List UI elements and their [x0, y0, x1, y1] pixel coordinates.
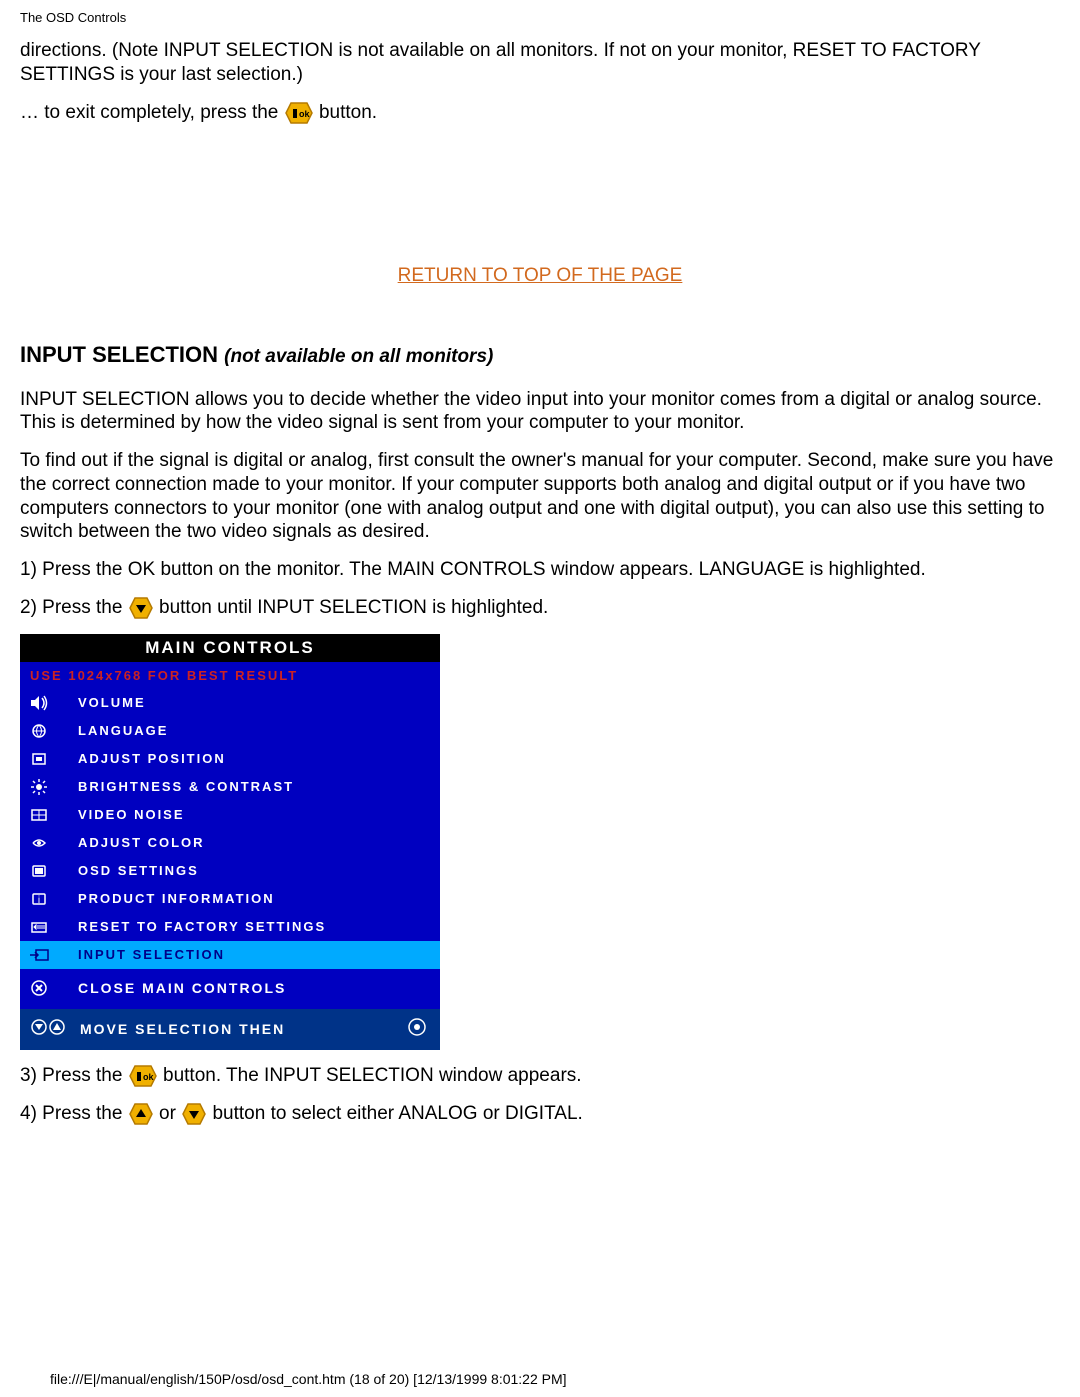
step2-prefix: 2) Press the	[20, 597, 128, 618]
osd-item-label: PRODUCT INFORMATION	[78, 891, 275, 906]
desc2: To find out if the signal is digital or …	[20, 449, 1060, 544]
osd-item-label: LANGUAGE	[78, 723, 168, 738]
step4: 4) Press the or button to select either …	[20, 1102, 1060, 1126]
osd-item-label: VOLUME	[78, 695, 146, 710]
osd-close-label: CLOSE MAIN CONTROLS	[78, 980, 286, 996]
osd-item-label: OSD SETTINGS	[78, 863, 199, 878]
language-icon	[30, 723, 58, 739]
section-heading: INPUT SELECTION (not available on all mo…	[20, 342, 1060, 368]
osd-item-adjust-position: ADJUST POSITION	[20, 745, 440, 773]
noise-icon	[30, 807, 58, 823]
step3: 3) Press the ok button. The INPUT SELECT…	[20, 1064, 1060, 1088]
step1: 1) Press the OK button on the monitor. T…	[20, 558, 1060, 582]
down-button-icon	[128, 596, 154, 620]
ok-button-icon: ok	[128, 1064, 158, 1088]
osd-main-controls: MAIN CONTROLS USE 1024x768 FOR BEST RESU…	[20, 634, 440, 1050]
color-icon	[30, 835, 58, 851]
osd-item-label: BRIGHTNESS & CONTRAST	[78, 779, 294, 794]
volume-icon	[30, 695, 58, 711]
osd-item-volume: VOLUME	[20, 689, 440, 717]
osd-item-video-noise: VIDEO NOISE	[20, 801, 440, 829]
step3-prefix: 3) Press the	[20, 1065, 128, 1086]
osd-settings-icon	[30, 863, 58, 879]
step4a: 4) Press the	[20, 1103, 128, 1124]
down-button-icon	[181, 1102, 207, 1126]
return-to-top-link[interactable]: RETURN TO TOP OF THE PAGE	[398, 265, 683, 286]
input-icon	[30, 947, 58, 963]
osd-item-input-selection: INPUT SELECTION	[20, 941, 440, 969]
osd-item-osd-settings: OSD SETTINGS	[20, 857, 440, 885]
up-button-icon	[128, 1102, 154, 1126]
footer-nav-icons	[30, 1017, 70, 1042]
reset-icon	[30, 919, 58, 935]
step4c: button to select either ANALOG or DIGITA…	[212, 1103, 582, 1124]
paragraph-directions: directions. (Note INPUT SELECTION is not…	[20, 39, 1060, 87]
exit-line: … to exit completely, press the ok butto…	[20, 101, 1060, 125]
osd-item-label: ADJUST POSITION	[78, 751, 226, 766]
osd-item-reset: RESET TO FACTORY SETTINGS	[20, 913, 440, 941]
step4b: or	[159, 1103, 181, 1124]
close-icon	[30, 979, 58, 997]
osd-item-brightness: BRIGHTNESS & CONTRAST	[20, 773, 440, 801]
osd-item-label: RESET TO FACTORY SETTINGS	[78, 919, 326, 934]
position-icon	[30, 751, 58, 767]
step2: 2) Press the button until INPUT SELECTIO…	[20, 596, 1060, 620]
osd-item-label: VIDEO NOISE	[78, 807, 185, 822]
osd-footer: MOVE SELECTION THEN	[20, 1009, 440, 1050]
exit-prefix: … to exit completely, press the	[20, 102, 284, 123]
osd-item-language: LANGUAGE	[20, 717, 440, 745]
footer-ok-icon	[406, 1017, 430, 1042]
osd-item-product-info: i PRODUCT INFORMATION	[20, 885, 440, 913]
osd-warning: USE 1024x768 FOR BEST RESULT	[20, 662, 440, 689]
step3-suffix: button. The INPUT SELECTION window appea…	[163, 1065, 582, 1086]
svg-text:ok: ok	[299, 109, 310, 119]
osd-close-row: CLOSE MAIN CONTROLS	[20, 969, 440, 1009]
osd-item-label: INPUT SELECTION	[78, 947, 225, 962]
exit-suffix: button.	[319, 102, 377, 123]
heading-text: INPUT SELECTION	[20, 342, 218, 367]
return-link-wrap: RETURN TO TOP OF THE PAGE	[20, 265, 1060, 287]
step2-suffix: button until INPUT SELECTION is highligh…	[159, 597, 548, 618]
ok-button-icon: ok	[284, 101, 314, 125]
svg-text:ok: ok	[143, 1072, 154, 1082]
osd-title: MAIN CONTROLS	[20, 634, 440, 662]
osd-footer-label: MOVE SELECTION THEN	[80, 1021, 406, 1037]
brightness-icon	[30, 779, 58, 795]
svg-text:i: i	[38, 895, 40, 906]
info-icon: i	[30, 891, 58, 907]
page-footer-path: file:///E|/manual/english/150P/osd/osd_c…	[50, 1371, 567, 1387]
desc1: INPUT SELECTION allows you to decide whe…	[20, 388, 1060, 436]
osd-item-adjust-color: ADJUST COLOR	[20, 829, 440, 857]
osd-item-label: ADJUST COLOR	[78, 835, 205, 850]
heading-note: not available on all monitors)	[230, 346, 493, 367]
page-header-small: The OSD Controls	[0, 0, 1080, 25]
